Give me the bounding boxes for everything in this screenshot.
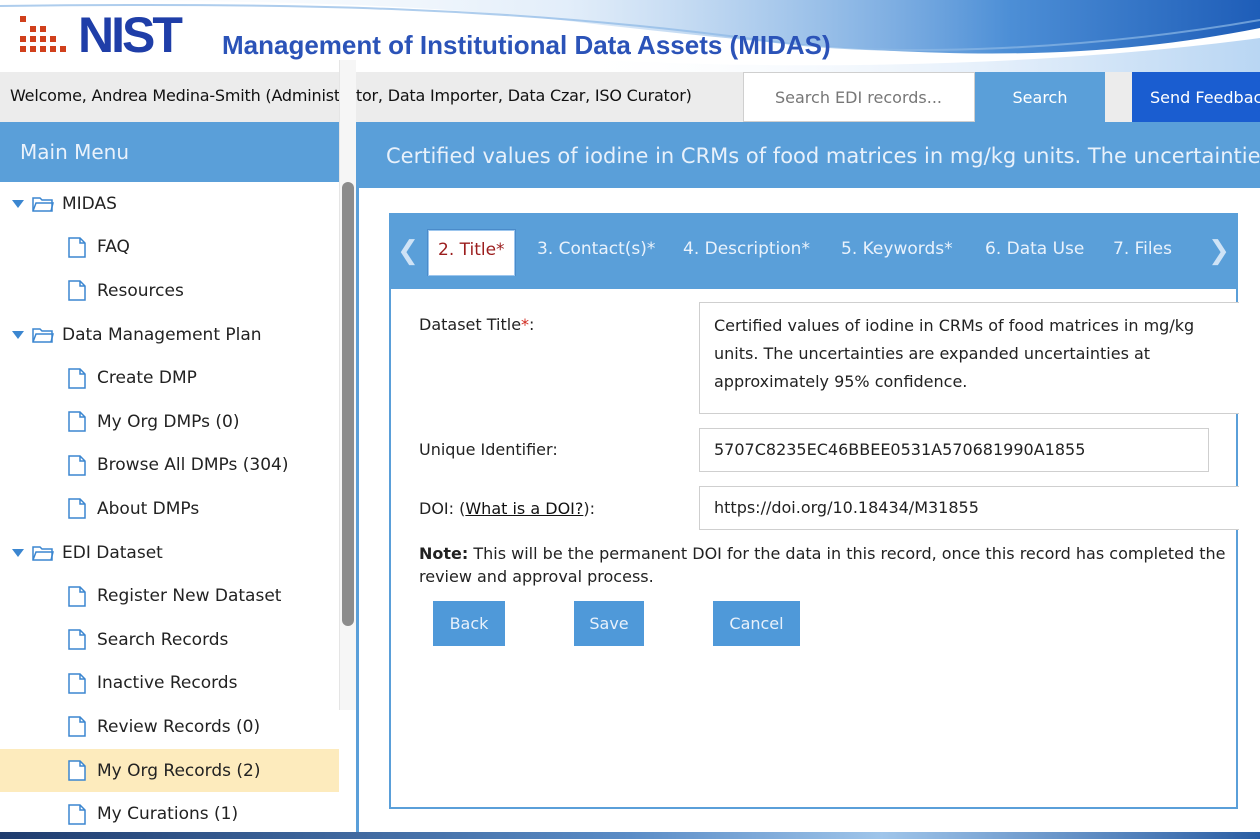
- sidebar-title: Main Menu: [0, 122, 356, 182]
- tab-strip: ❮ ❯ 2. Title* 3. Contact(s)* 4. Descriptio…: [389, 213, 1238, 289]
- sidebar-item[interactable]: My Org Records (2): [0, 748, 339, 793]
- form-tab[interactable]: 4. Description*: [683, 239, 810, 259]
- sidebar-folder[interactable]: Data Management Plan: [0, 313, 339, 357]
- footer-strip: [0, 832, 1260, 839]
- sidebar-item[interactable]: Search Records: [0, 618, 339, 662]
- sidebar-item-label: Inactive Records: [97, 673, 238, 694]
- caret-down-icon[interactable]: [12, 548, 24, 557]
- sidebar-item-label: My Curations (1): [97, 804, 239, 825]
- sidebar-item-label: Create DMP: [97, 368, 197, 389]
- tab-next-chevron-icon[interactable]: ❯: [1204, 213, 1234, 289]
- sidebar-item[interactable]: My Curations (1): [0, 792, 339, 832]
- form-tab[interactable]: 2. Title*: [427, 229, 516, 276]
- nist-logo-mark-icon: [20, 16, 66, 52]
- file-icon: [68, 629, 86, 651]
- form-tab[interactable]: 6. Data Use: [985, 239, 1084, 259]
- sidebar-item-label: My Org Records (2): [97, 760, 261, 781]
- file-icon: [68, 237, 86, 258]
- form-tab[interactable]: 7. Files: [1113, 239, 1172, 259]
- record-title-bar: Certified values of iodine in CRMs of fo…: [359, 122, 1260, 188]
- file-icon: [68, 498, 86, 520]
- file-icon: [68, 411, 86, 433]
- search-button[interactable]: Search: [975, 72, 1105, 122]
- sidebar-item-label: Review Records (0): [97, 716, 261, 737]
- save-button[interactable]: Save: [574, 601, 644, 646]
- sidebar-item[interactable]: Browse All DMPs (304): [0, 444, 339, 488]
- file-icon: [68, 716, 86, 738]
- top-bar: Welcome, Andrea Medina-Smith (Administra…: [0, 72, 1260, 122]
- what-is-doi-link[interactable]: What is a DOI?: [465, 499, 583, 518]
- doi-label: DOI: (What is a DOI?):: [419, 499, 596, 518]
- note-label: Note:: [419, 544, 469, 563]
- sidebar-item-label: EDI Dataset: [62, 542, 163, 563]
- dataset-title-label: Dataset Title*:: [419, 315, 535, 334]
- nist-logo-text: NIST: [78, 7, 183, 63]
- file-icon: [68, 585, 86, 607]
- folder-open-icon: [32, 545, 54, 561]
- cancel-button[interactable]: Cancel: [713, 601, 800, 646]
- sidebar-scrollbar-thumb[interactable]: [342, 182, 354, 626]
- file-icon: [68, 455, 86, 476]
- back-button[interactable]: Back: [433, 601, 505, 646]
- sidebar-item[interactable]: Create DMP: [0, 356, 339, 400]
- sidebar-folder[interactable]: MIDAS: [0, 182, 339, 226]
- sidebar-item-label: About DMPs: [97, 498, 200, 519]
- sidebar-item-label: Search Records: [97, 629, 229, 650]
- file-icon: [68, 673, 86, 694]
- caret-down-icon[interactable]: [12, 199, 24, 208]
- main-divider: [356, 122, 359, 832]
- doi-field[interactable]: https://doi.org/10.18434/M31855: [699, 486, 1239, 530]
- nist-logo: NIST: [18, 7, 183, 63]
- sidebar-item-label: My Org DMPs (0): [97, 411, 240, 432]
- folder-open-icon: [32, 327, 54, 343]
- sidebar-item-label: MIDAS: [62, 193, 117, 214]
- sidebar-item-label: Register New Dataset: [97, 586, 282, 607]
- sidebar-item[interactable]: FAQ: [0, 226, 339, 270]
- sidebar-item[interactable]: Review Records (0): [0, 705, 339, 749]
- file-icon: [68, 760, 86, 781]
- unique-identifier-field[interactable]: 5707C8235EC46BBEE0531A570681990A1855: [699, 428, 1209, 472]
- caret-down-icon[interactable]: [12, 330, 24, 339]
- file-icon: [68, 803, 86, 825]
- send-feedback-button[interactable]: Send Feedback: [1132, 72, 1260, 122]
- sidebar-item[interactable]: My Org DMPs (0): [0, 400, 339, 444]
- form-tab[interactable]: 5. Keywords*: [841, 239, 953, 259]
- dataset-title-field[interactable]: Certified values of iodine in CRMs of fo…: [699, 302, 1239, 414]
- sidebar-menu: MIDAS FAQ Resources Data Management Plan Cre…: [0, 182, 356, 832]
- sidebar-item-label: Browse All DMPs (304): [97, 455, 289, 476]
- file-icon: [68, 280, 86, 302]
- tab-prev-chevron-icon[interactable]: ❮: [393, 213, 423, 289]
- note-text: This will be the permanent DOI for the d…: [419, 544, 1226, 586]
- app-title: Management of Institutional Data Assets …: [222, 30, 831, 60]
- sidebar-item[interactable]: Inactive Records: [0, 662, 339, 706]
- file-icon: [68, 367, 86, 389]
- sidebar-item[interactable]: About DMPs: [0, 487, 339, 531]
- doi-note: Note: This will be the permanent DOI for…: [419, 542, 1229, 588]
- sidebar-item-label: Data Management Plan: [62, 324, 262, 345]
- sidebar-folder[interactable]: EDI Dataset: [0, 531, 339, 575]
- sidebar: Main Menu MIDAS FAQ Resources Data Manageme…: [0, 122, 356, 832]
- sidebar-item-label: FAQ: [97, 237, 130, 258]
- sidebar-item-label: Resources: [97, 280, 184, 301]
- folder-open-icon: [32, 196, 54, 212]
- required-marker: *: [521, 315, 530, 334]
- sidebar-item[interactable]: Resources: [0, 269, 339, 313]
- unique-identifier-label: Unique Identifier:: [419, 440, 558, 459]
- sidebar-item[interactable]: Register New Dataset: [0, 574, 339, 618]
- search-input[interactable]: [743, 72, 975, 122]
- form-tab[interactable]: 3. Contact(s)*: [537, 239, 655, 259]
- header-banner: NIST Management of Institutional Data As…: [0, 0, 1260, 72]
